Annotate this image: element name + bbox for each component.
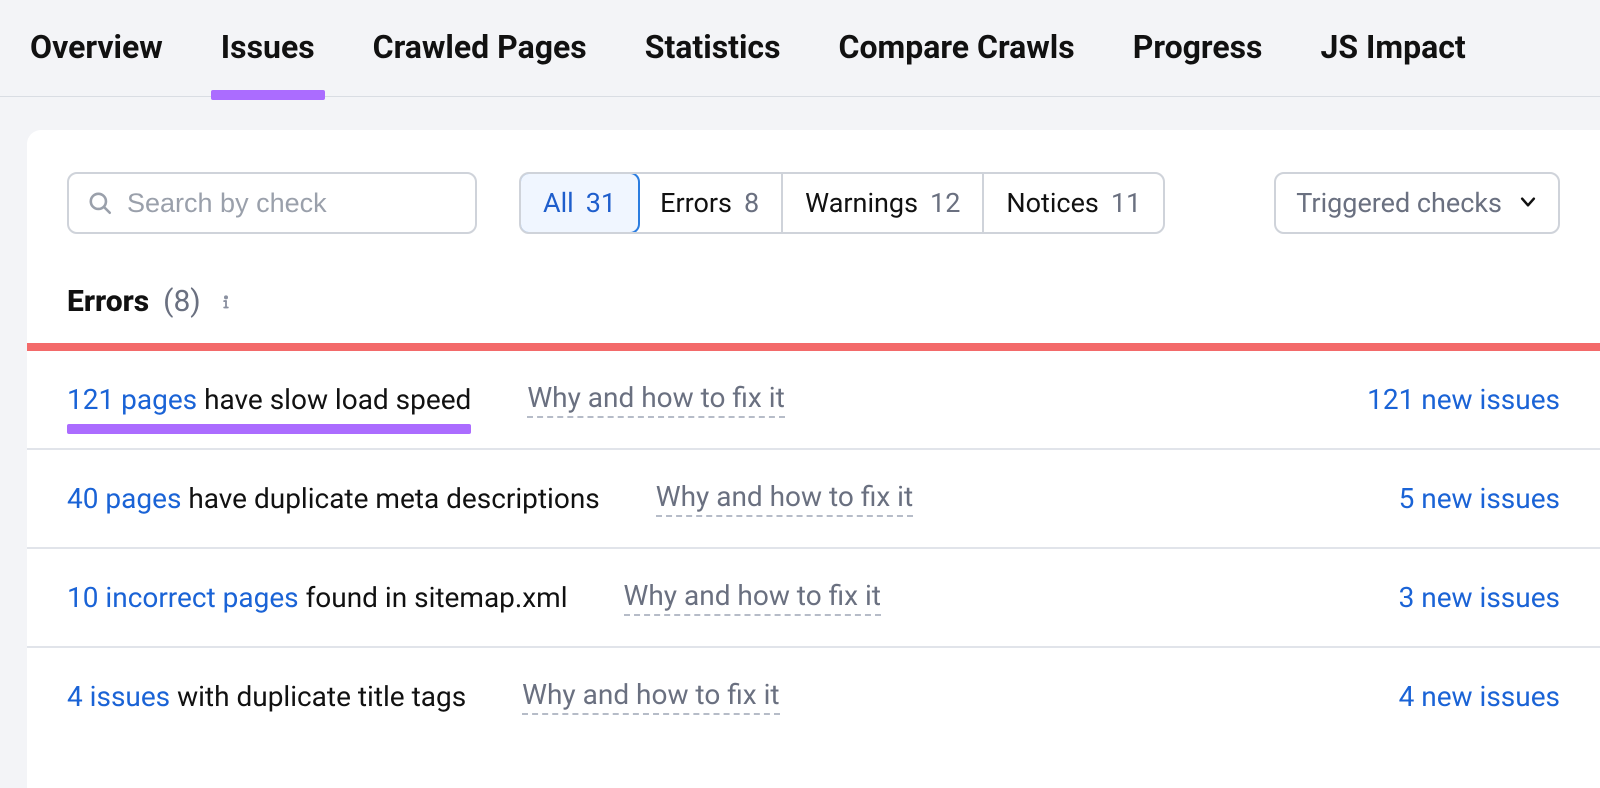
filter-warnings-label: Warnings (805, 187, 918, 219)
issue-row: 4 issues with duplicate title tags Why a… (27, 648, 1600, 745)
errors-divider (27, 343, 1600, 351)
filter-errors-count: 8 (744, 187, 759, 219)
issues-panel: All 31 Errors 8 Warnings 12 Notices 11 T… (27, 130, 1600, 788)
filter-all-label: All (543, 187, 574, 219)
filter-notices-label: Notices (1006, 187, 1098, 219)
section-title: Errors (67, 284, 149, 319)
issue-pages-link[interactable]: 10 incorrect pages (67, 581, 299, 614)
nav-crawled-pages[interactable]: Crawled Pages (373, 28, 587, 96)
controls-row: All 31 Errors 8 Warnings 12 Notices 11 T… (27, 172, 1600, 234)
filter-group: All 31 Errors 8 Warnings 12 Notices 11 (519, 172, 1165, 234)
info-icon[interactable] (215, 291, 237, 313)
issue-pages-link[interactable]: 121 pages (67, 383, 197, 416)
issue-description: 4 issues with duplicate title tags (67, 680, 466, 713)
filter-errors[interactable]: Errors 8 (638, 174, 783, 232)
new-issues-link[interactable]: 121 new issues (1367, 383, 1560, 416)
filter-all[interactable]: All 31 (519, 172, 640, 234)
nav-overview[interactable]: Overview (30, 28, 163, 96)
nav-issues[interactable]: Issues (221, 28, 315, 96)
filter-all-count: 31 (586, 187, 616, 219)
issue-row: 10 incorrect pages found in sitemap.xml … (27, 549, 1600, 648)
section-head: Errors (8) (27, 234, 1600, 343)
issue-row: 121 pages have slow load speed Why and h… (27, 351, 1600, 450)
issue-description: 10 incorrect pages found in sitemap.xml (67, 581, 568, 614)
nav-progress[interactable]: Progress (1133, 28, 1263, 96)
issue-text-tail: found in sitemap.xml (299, 581, 568, 614)
fix-link[interactable]: Why and how to fix it (522, 678, 779, 715)
new-issues-link[interactable]: 4 new issues (1399, 680, 1560, 713)
issue-description: 121 pages have slow load speed (67, 383, 471, 416)
issue-text-tail: have duplicate meta descriptions (181, 482, 599, 515)
filter-notices[interactable]: Notices 11 (984, 174, 1163, 232)
fix-link[interactable]: Why and how to fix it (624, 579, 881, 616)
issue-description: 40 pages have duplicate meta description… (67, 482, 600, 515)
issue-row: 40 pages have duplicate meta description… (27, 450, 1600, 549)
search-icon (87, 190, 113, 216)
nav-compare-crawls[interactable]: Compare Crawls (839, 28, 1075, 96)
search-box[interactable] (67, 172, 477, 234)
nav-js-impact[interactable]: JS Impact (1321, 28, 1466, 96)
filter-warnings-count: 12 (930, 187, 960, 219)
search-input[interactable] (127, 188, 481, 219)
fix-link[interactable]: Why and how to fix it (527, 381, 784, 418)
filter-errors-label: Errors (660, 187, 732, 219)
issue-pages-link[interactable]: 40 pages (67, 482, 181, 515)
new-issues-link[interactable]: 3 new issues (1399, 581, 1560, 614)
issues-list: 121 pages have slow load speed Why and h… (27, 351, 1600, 745)
fix-link[interactable]: Why and how to fix it (656, 480, 913, 517)
issue-text-tail: have slow load speed (197, 383, 471, 416)
filter-warnings[interactable]: Warnings 12 (783, 174, 984, 232)
chevron-down-icon (1518, 187, 1538, 219)
nav-statistics[interactable]: Statistics (645, 28, 781, 96)
issue-text-tail: with duplicate title tags (170, 680, 466, 713)
triggered-checks-label: Triggered checks (1296, 187, 1502, 219)
triggered-checks-dropdown[interactable]: Triggered checks (1274, 172, 1560, 234)
issue-pages-link[interactable]: 4 issues (67, 680, 170, 713)
section-count: (8) (163, 284, 201, 319)
top-nav: Overview Issues Crawled Pages Statistics… (0, 0, 1600, 97)
new-issues-link[interactable]: 5 new issues (1399, 482, 1560, 515)
filter-notices-count: 11 (1111, 187, 1141, 219)
